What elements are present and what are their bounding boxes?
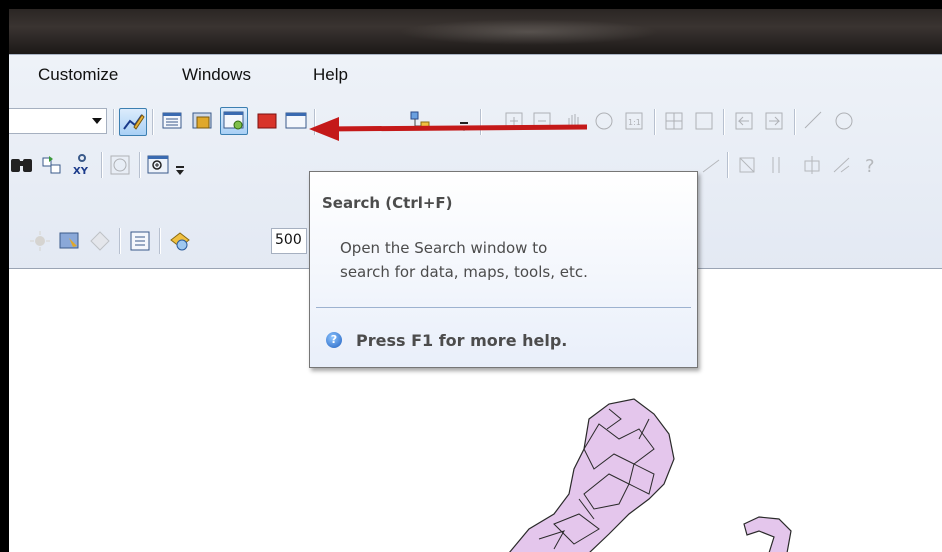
question-icon: ? xyxy=(865,156,875,177)
zoom-out-fixed-icon xyxy=(533,112,551,130)
catalog-icon xyxy=(192,112,212,129)
catalog-window-button[interactable] xyxy=(189,108,217,136)
topology-icon xyxy=(739,157,755,173)
attributes-icon xyxy=(130,231,150,251)
attributes-button[interactable] xyxy=(127,228,155,256)
table-of-contents-icon xyxy=(162,112,182,129)
help-tool-button[interactable]: ? xyxy=(859,152,887,180)
cut-polygons-button[interactable] xyxy=(799,152,827,180)
full-extent-button[interactable] xyxy=(591,108,619,136)
zoom-1to1-button[interactable]: 1:1 xyxy=(621,108,649,136)
identify-button[interactable] xyxy=(831,108,859,136)
pan-hand-icon xyxy=(568,114,579,129)
layer-effects-button[interactable] xyxy=(57,228,85,256)
search-tooltip: Search (Ctrl+F) Open the Search window t… xyxy=(309,171,698,368)
grid-icon xyxy=(665,112,683,130)
reshape-icon xyxy=(833,157,850,173)
menu-windows[interactable]: Windows xyxy=(182,65,251,85)
magnifier-button[interactable] xyxy=(145,152,173,180)
scale-1to1-icon: 1:1 xyxy=(625,112,643,130)
fixed-extent-button[interactable] xyxy=(691,108,719,136)
window-icon xyxy=(285,112,307,129)
diamond-tool-button[interactable] xyxy=(87,228,115,256)
tooltip-description: Open the Search window to search for dat… xyxy=(340,236,690,284)
toolbox-icon xyxy=(257,113,277,129)
svg-text:?: ? xyxy=(865,156,875,177)
python-window-button[interactable] xyxy=(283,108,311,136)
reshape-button[interactable] xyxy=(829,152,857,180)
arcmap-window: Customize Windows Help 1:1 XY ? 500 Sear… xyxy=(9,9,942,552)
measure-button[interactable] xyxy=(801,108,829,136)
go-to-xy-icon: XY xyxy=(73,154,89,177)
identify-icon xyxy=(835,112,853,130)
search-window-button[interactable] xyxy=(220,107,248,135)
arrow-right-icon xyxy=(765,112,783,130)
go-back-extent-button[interactable] xyxy=(731,108,759,136)
clock-icon xyxy=(110,155,130,175)
search-window-icon xyxy=(223,111,244,130)
pan-button[interactable] xyxy=(561,108,589,136)
watershed-polygons xyxy=(509,398,792,552)
help-question-icon: ? xyxy=(326,332,342,348)
route-icon xyxy=(42,156,61,174)
topology-edit-button[interactable] xyxy=(735,152,763,180)
menu-help[interactable]: Help xyxy=(313,65,348,85)
tooltip-help-text: Press F1 for more help. xyxy=(356,331,568,350)
time-slider-button[interactable] xyxy=(107,152,135,180)
globe-clock-icon xyxy=(170,232,190,251)
zoom-in-fixed-button[interactable] xyxy=(501,108,529,136)
model-builder-button[interactable] xyxy=(407,108,435,136)
binoculars-icon xyxy=(11,159,32,172)
toolbar-overflow-button[interactable] xyxy=(457,113,471,135)
extent-icon xyxy=(695,112,713,130)
time-display-button[interactable] xyxy=(167,228,195,256)
tooltip-description-line-2: search for data, maps, tools, etc. xyxy=(340,263,588,281)
zoom-in-fixed-icon xyxy=(505,112,523,130)
find-button[interactable] xyxy=(9,152,37,180)
time-scale-input[interactable]: 500 xyxy=(271,228,307,254)
svg-text:1:1: 1:1 xyxy=(628,118,641,127)
menu-customize[interactable]: Customize xyxy=(38,65,118,85)
split-tool-button[interactable] xyxy=(765,152,793,180)
menu-bar: Customize Windows Help xyxy=(9,55,942,95)
layer-effects-icon xyxy=(59,232,79,249)
split-icon xyxy=(772,157,780,173)
magnifier-window-icon xyxy=(147,155,169,174)
sun-icon xyxy=(30,231,50,251)
zoom-to-layer-button[interactable] xyxy=(661,108,689,136)
table-of-contents-button[interactable] xyxy=(159,108,187,136)
svg-text:XY: XY xyxy=(73,166,89,177)
sketch-icon xyxy=(702,159,720,173)
title-bar[interactable] xyxy=(9,9,942,54)
layer-combo[interactable] xyxy=(9,108,107,134)
arctoolbox-button[interactable] xyxy=(254,108,282,136)
tooltip-description-line-1: Open the Search window to xyxy=(340,239,548,257)
go-forward-extent-button[interactable] xyxy=(761,108,789,136)
go-to-xy-button[interactable]: XY xyxy=(69,152,97,180)
tooltip-title: Search (Ctrl+F) xyxy=(322,194,453,212)
measure-icon xyxy=(804,111,822,129)
find-route-button[interactable] xyxy=(39,152,67,180)
cut-icon xyxy=(804,156,820,174)
diamond-icon xyxy=(90,231,110,251)
tooltip-divider xyxy=(316,307,691,308)
editor-toolbar-button[interactable] xyxy=(119,108,147,136)
editor-pencil-icon xyxy=(123,114,145,130)
model-builder-icon xyxy=(410,111,430,130)
sun-tool-button[interactable] xyxy=(27,228,55,256)
globe-icon xyxy=(595,112,613,130)
sketch-tool-button[interactable] xyxy=(699,152,727,180)
toolbar-overflow-button[interactable] xyxy=(173,157,187,179)
arrow-left-icon xyxy=(735,112,753,130)
zoom-out-fixed-button[interactable] xyxy=(529,108,557,136)
chevron-down-icon[interactable] xyxy=(92,118,102,124)
